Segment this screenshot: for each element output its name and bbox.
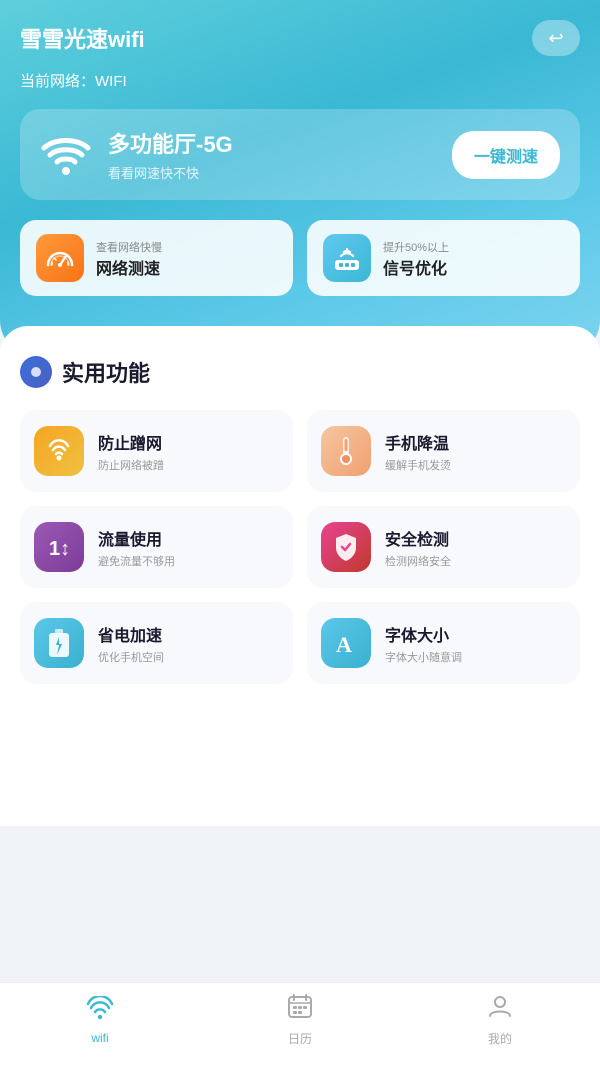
nav-wifi-icon	[86, 996, 114, 1027]
utility-item-data-usage[interactable]: 1↕ 流量使用 避免流量不够用	[20, 506, 293, 588]
util-title-data-usage: 流量使用	[98, 526, 175, 550]
util-text-anti-leech: 防止蹭网 防止网络被蹭	[98, 430, 164, 473]
util-title-security: 安全检测	[385, 526, 451, 550]
top-bar: 雪雪光速wifi ↩	[20, 20, 580, 56]
router-icon	[323, 234, 371, 282]
wifi-name: 多功能厅-5G	[108, 127, 233, 159]
app-title: 雪雪光速wifi	[20, 22, 145, 54]
util-text-battery: 省电加速 优化手机空间	[98, 622, 164, 665]
feature-title-speed: 网络测速	[96, 255, 162, 279]
wifi-info-text: 多功能厅-5G 看看网速快不快	[108, 127, 233, 182]
nav-item-wifi[interactable]: wifi	[0, 996, 200, 1045]
main-section: 实用功能 防止蹭网 防止网络被蹭	[0, 326, 600, 826]
wifi-subtitle: 看看网速快不快	[108, 163, 233, 182]
util-title-anti-leech: 防止蹭网	[98, 430, 164, 454]
util-sub-anti-leech: 防止网络被蹭	[98, 457, 164, 473]
router-svg	[331, 244, 363, 272]
utility-item-anti-leech[interactable]: 防止蹭网 防止网络被蹭	[20, 410, 293, 492]
util-sub-security: 检测网络安全	[385, 553, 451, 569]
back-button[interactable]: ↩	[532, 20, 580, 56]
network-label: 当前网络：WIFI	[20, 70, 580, 91]
util-text-data-usage: 流量使用 避免流量不够用	[98, 526, 175, 569]
utility-item-security[interactable]: 安全检测 检测网络安全	[307, 506, 580, 588]
feature-text-speed: 查看网络快慢 网络测速	[96, 237, 162, 279]
speedometer-svg	[45, 246, 75, 270]
nav-item-calendar[interactable]: 日历	[200, 993, 400, 1047]
nav-label-profile: 我的	[488, 1030, 512, 1047]
util-text-cooling: 手机降温 缓解手机发烫	[385, 430, 451, 473]
util-sub-font-size: 字体大小随意调	[385, 649, 462, 665]
speedometer-icon	[36, 234, 84, 282]
util-title-battery: 省电加速	[98, 622, 164, 646]
nav-label-wifi: wifi	[91, 1031, 108, 1045]
wifi-icon-large	[40, 134, 92, 176]
util-sub-battery: 优化手机空间	[98, 649, 164, 665]
back-icon: ↩	[548, 28, 563, 49]
util-title-font-size: 字体大小	[385, 622, 462, 646]
util-sub-cooling: 缓解手机发烫	[385, 457, 451, 473]
svg-text:A: A	[336, 632, 352, 657]
util-text-security: 安全检测 检测网络安全	[385, 526, 451, 569]
wifi-left: 多功能厅-5G 看看网速快不快	[40, 127, 233, 182]
wifi-info-card: 多功能厅-5G 看看网速快不快 一键测速	[20, 109, 580, 200]
feature-subtitle-speed: 查看网络快慢	[96, 239, 162, 255]
section-title-row: 实用功能	[20, 356, 580, 388]
feature-subtitle-signal: 提升50%以上	[383, 239, 449, 255]
feature-title-signal: 信号优化	[383, 255, 449, 279]
feature-card-signal[interactable]: 提升50%以上 信号优化	[307, 220, 580, 296]
thermometer-icon	[321, 426, 371, 476]
feature-cards-row: 查看网络快慢 网络测速 提升50%以上 信号优化	[20, 220, 580, 296]
speed-test-button[interactable]: 一键测速	[452, 131, 560, 179]
section-dot-icon	[20, 356, 52, 388]
feature-card-network-speed[interactable]: 查看网络快慢 网络测速	[20, 220, 293, 296]
data-usage-icon: 1↕	[34, 522, 84, 572]
utility-grid: 防止蹭网 防止网络被蹭 手机降温 缓解手机发烫	[20, 410, 580, 684]
util-sub-data-usage: 避免流量不够用	[98, 553, 175, 569]
util-text-font-size: 字体大小 字体大小随意调	[385, 622, 462, 665]
nav-profile-icon	[487, 993, 513, 1026]
battery-icon	[34, 618, 84, 668]
bottom-nav: wifi 日历 我的	[0, 982, 600, 1067]
wifi-signal-icon	[40, 134, 92, 176]
utility-item-battery[interactable]: 省电加速 优化手机空间	[20, 602, 293, 684]
utility-item-cooling[interactable]: 手机降温 缓解手机发烫	[307, 410, 580, 492]
svg-text:1↕: 1↕	[49, 538, 70, 560]
util-title-cooling: 手机降温	[385, 430, 451, 454]
font-size-icon: A	[321, 618, 371, 668]
utility-item-font-size[interactable]: A 字体大小 字体大小随意调	[307, 602, 580, 684]
header-area: 雪雪光速wifi ↩ 当前网络：WIFI 多功能厅-5G 看看网速快不快 一键测…	[0, 0, 600, 356]
nav-calendar-icon	[287, 993, 313, 1026]
section-title: 实用功能	[62, 356, 150, 388]
wifi-shield-icon	[34, 426, 84, 476]
security-shield-icon	[321, 522, 371, 572]
nav-label-calendar: 日历	[288, 1030, 312, 1047]
nav-item-profile[interactable]: 我的	[400, 993, 600, 1047]
feature-text-signal: 提升50%以上 信号优化	[383, 237, 449, 279]
